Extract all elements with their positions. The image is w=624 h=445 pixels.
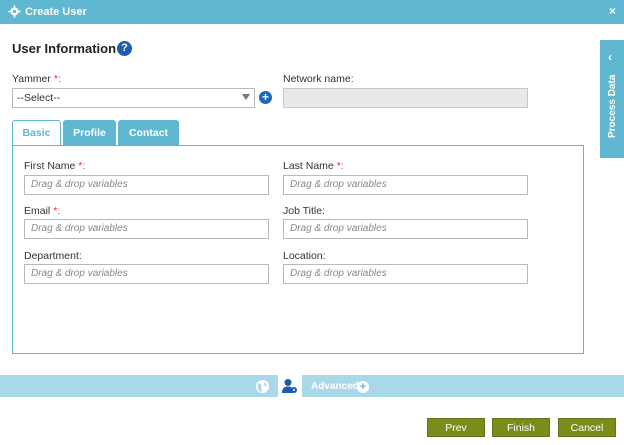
network-name-label: Network name: [283, 73, 354, 85]
gear-icon [8, 5, 21, 18]
advanced-toggle[interactable]: Advanced [311, 381, 359, 392]
email-label-text: Email [24, 205, 54, 217]
email-field[interactable]: Drag & drop variables [24, 219, 269, 239]
globe-icon[interactable] [255, 379, 270, 394]
last-name-label-text: Last Name [283, 160, 337, 172]
email-label: Email *: [24, 205, 60, 217]
window-title: Create User [25, 6, 87, 18]
yammer-select[interactable]: --Select-- [12, 88, 255, 108]
yammer-label: Yammer *: [12, 73, 61, 85]
required-mark: *: [336, 160, 344, 172]
user-icon [282, 379, 297, 393]
first-name-field[interactable]: Drag & drop variables [24, 175, 269, 195]
tab-profile[interactable]: Profile [63, 120, 116, 146]
first-name-label: First Name *: [24, 160, 85, 172]
location-label: Location: [283, 250, 326, 262]
department-label: Department: [24, 250, 82, 262]
finish-button[interactable]: Finish [492, 418, 550, 437]
cancel-button[interactable]: Cancel [558, 418, 616, 437]
required-mark: *: [53, 205, 61, 217]
user-settings-button[interactable] [278, 375, 302, 397]
close-icon[interactable]: × [609, 4, 616, 18]
chevron-down-icon[interactable] [242, 94, 250, 100]
help-icon[interactable]: ? [117, 41, 132, 56]
job-title-label: Job Title: [283, 205, 326, 217]
prev-button[interactable]: Prev [427, 418, 485, 437]
section-title: User Information [12, 41, 117, 56]
yammer-label-text: Yammer [12, 73, 51, 85]
process-data-tab[interactable]: ‹ Process Data [600, 40, 624, 158]
title-bar: Create User × [0, 0, 624, 24]
add-yammer-button[interactable]: + [259, 91, 272, 104]
last-name-field[interactable]: Drag & drop variables [283, 175, 528, 195]
tab-contact[interactable]: Contact [118, 120, 179, 146]
job-title-field[interactable]: Drag & drop variables [283, 219, 528, 239]
location-field[interactable]: Drag & drop variables [283, 264, 528, 284]
last-name-label: Last Name *: [283, 160, 344, 172]
yammer-select-value: --Select-- [17, 92, 61, 104]
process-data-label: Process Data [607, 74, 618, 138]
required-mark: *: [78, 160, 86, 172]
network-name-input [283, 88, 528, 108]
first-name-label-text: First Name [24, 160, 79, 172]
department-field[interactable]: Drag & drop variables [24, 264, 269, 284]
tab-basic[interactable]: Basic [12, 120, 61, 146]
plus-icon[interactable]: + [357, 381, 369, 393]
required-mark: *: [53, 73, 61, 85]
chevron-left-icon[interactable]: ‹ [608, 50, 612, 64]
